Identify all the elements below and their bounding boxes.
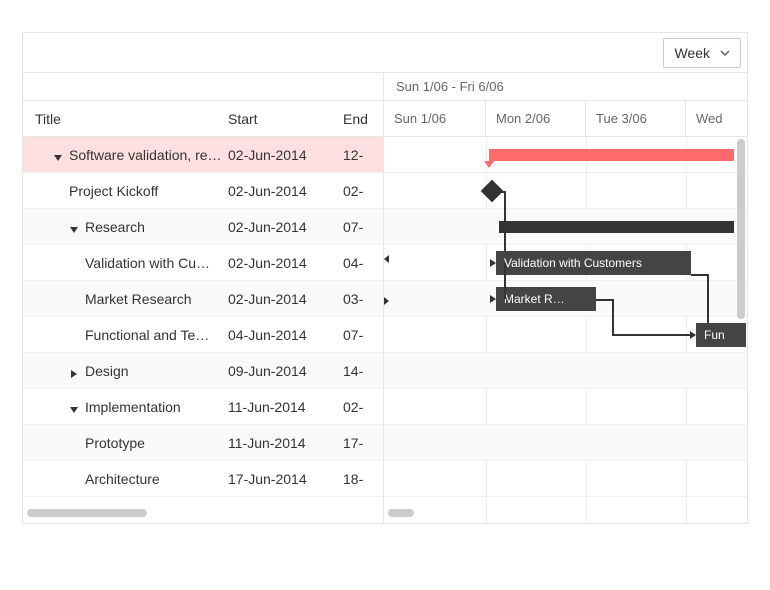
row-end: 04- <box>343 255 383 271</box>
timeline-row <box>384 461 747 497</box>
task-bar[interactable]: Validation with Customers <box>496 251 691 275</box>
view-select-value: Week <box>674 45 710 61</box>
view-select[interactable]: Week <box>663 38 741 68</box>
caret-right-icon[interactable] <box>69 366 79 376</box>
row-start: 02-Jun-2014 <box>228 183 343 199</box>
arrow-right-icon <box>490 295 496 303</box>
grid-header-start[interactable]: Start <box>228 111 343 127</box>
gantt-container: Week Title Start End Software validation… <box>22 32 748 524</box>
table-row[interactable]: Implementation 11-Jun-2014 02- <box>23 389 383 425</box>
row-end: 02- <box>343 183 383 199</box>
timeline-day-col[interactable]: Sun 1/06 <box>384 101 486 136</box>
table-row[interactable]: Market Research 02-Jun-2014 03- <box>23 281 383 317</box>
grid-header-title[interactable]: Title <box>23 111 228 127</box>
row-start: 17-Jun-2014 <box>228 471 343 487</box>
timeline-body[interactable]: Validation with Customers Market R… <box>384 137 747 523</box>
timeline-day-header: Sun 1/06 Mon 2/06 Tue 3/06 Wed <box>384 101 747 137</box>
timeline-row <box>384 425 747 461</box>
timeline-day-col[interactable]: Tue 3/06 <box>586 101 686 136</box>
table-row[interactable]: Prototype 11-Jun-2014 17- <box>23 425 383 461</box>
summary-bar[interactable] <box>499 221 734 233</box>
row-start: 11-Jun-2014 <box>228 435 343 451</box>
timeline-vertical-scrollbar[interactable] <box>737 139 745 319</box>
table-row[interactable]: Project Kickoff 02-Jun-2014 02- <box>23 173 383 209</box>
timeline-range-label: Sun 1/06 - Fri 6/06 <box>384 73 747 101</box>
task-bar[interactable]: Fun <box>696 323 746 347</box>
row-start: 02-Jun-2014 <box>228 219 343 235</box>
row-title: Validation with Cu… <box>85 255 210 271</box>
row-title: Research <box>85 219 145 235</box>
row-end: 07- <box>343 219 383 235</box>
edge-marker-icon <box>384 255 389 263</box>
dependency-line <box>612 334 692 336</box>
arrow-right-icon <box>490 259 496 267</box>
caret-down-icon[interactable] <box>69 222 79 232</box>
caret-down-icon[interactable] <box>69 402 79 412</box>
toolbar: Week <box>23 33 747 73</box>
row-end: 17- <box>343 435 383 451</box>
row-title: Software validation, res… <box>69 147 228 163</box>
row-end: 07- <box>343 327 383 343</box>
row-title: Implementation <box>85 399 181 415</box>
caret-down-icon[interactable] <box>53 150 63 160</box>
dependency-line <box>612 299 614 335</box>
row-end: 18- <box>343 471 383 487</box>
task-bar-label: Market R… <box>504 292 565 306</box>
edge-marker-icon <box>384 297 389 305</box>
timeline-row <box>384 173 747 209</box>
row-title: Architecture <box>85 471 160 487</box>
chevron-down-icon <box>720 50 730 56</box>
table-row[interactable]: Software validation, res… 02-Jun-2014 12… <box>23 137 383 173</box>
task-bar-label: Fun <box>704 328 725 342</box>
summary-bar[interactable] <box>489 149 734 161</box>
timeline-row <box>384 353 747 389</box>
table-row[interactable]: Architecture 17-Jun-2014 18- <box>23 461 383 497</box>
timeline-day-col[interactable]: Wed <box>686 101 747 136</box>
row-start: 02-Jun-2014 <box>228 255 343 271</box>
row-start: 02-Jun-2014 <box>228 291 343 307</box>
table-row[interactable]: Research 02-Jun-2014 07- <box>23 209 383 245</box>
table-row[interactable]: Design 09-Jun-2014 14- <box>23 353 383 389</box>
row-start: 11-Jun-2014 <box>228 399 343 415</box>
row-start: 04-Jun-2014 <box>228 327 343 343</box>
row-start: 09-Jun-2014 <box>228 363 343 379</box>
row-start: 02-Jun-2014 <box>228 147 343 163</box>
task-bar-label: Validation with Customers <box>504 256 642 270</box>
dependency-line <box>492 191 506 193</box>
row-title: Prototype <box>85 435 145 451</box>
timeline-day-col[interactable]: Mon 2/06 <box>486 101 586 136</box>
timeline-row <box>384 389 747 425</box>
dependency-line <box>504 263 506 299</box>
row-end: 03- <box>343 291 383 307</box>
table-row[interactable]: Functional and Te… 04-Jun-2014 07- <box>23 317 383 353</box>
table-row[interactable]: Validation with Cu… 02-Jun-2014 04- <box>23 245 383 281</box>
row-end: 14- <box>343 363 383 379</box>
row-title: Project Kickoff <box>69 183 158 199</box>
grid-rows: Software validation, res… 02-Jun-2014 12… <box>23 137 383 523</box>
grid-pane: Title Start End Software validation, res… <box>23 73 383 523</box>
grid-header-spacer <box>23 73 383 101</box>
task-bar[interactable]: Market R… <box>496 287 596 311</box>
grid-horizontal-scrollbar[interactable] <box>27 509 147 517</box>
timeline-horizontal-scrollbar[interactable] <box>388 509 414 517</box>
grid-header-row: Title Start End <box>23 101 383 137</box>
row-title: Market Research <box>85 291 192 307</box>
timeline-pane: Sun 1/06 - Fri 6/06 Sun 1/06 Mon 2/06 Tu… <box>383 73 747 523</box>
row-title: Functional and Te… <box>85 327 209 343</box>
row-title: Design <box>85 363 129 379</box>
row-end: 02- <box>343 399 383 415</box>
row-end: 12- <box>343 147 383 163</box>
grid-header-end[interactable]: End <box>343 111 383 127</box>
summary-start-tick <box>484 161 494 168</box>
